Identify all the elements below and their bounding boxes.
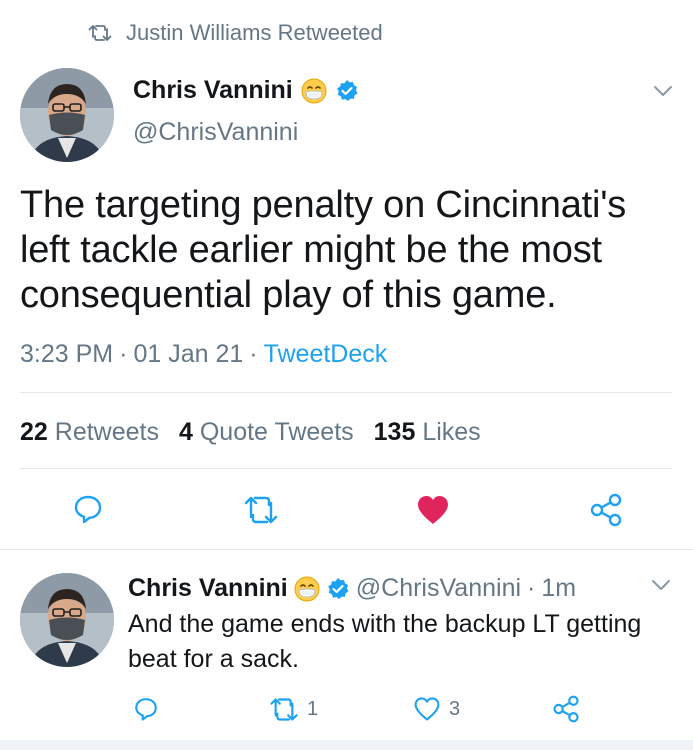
reply-share-button[interactable]: [552, 695, 580, 723]
retweeted-header[interactable]: Justin Williams Retweeted: [88, 18, 383, 48]
divider: [0, 740, 693, 750]
reply-like-button[interactable]: 3: [413, 696, 460, 722]
author-handle[interactable]: @ChrisVannini: [133, 118, 298, 147]
verified-badge-icon: [326, 577, 350, 601]
retweet-icon: [269, 697, 299, 722]
share-button[interactable]: [589, 493, 623, 527]
reply-retweet-count: 1: [307, 698, 319, 720]
divider: [0, 549, 693, 550]
quote-tweets-stat[interactable]: 4 Quote Tweets: [179, 418, 354, 447]
likes-count: 135: [373, 418, 416, 446]
mask-face-emoji-icon: [294, 576, 320, 602]
reply-author-row[interactable]: Chris Vannini @ChrisVannini · 1m: [128, 574, 576, 603]
retweeted-by-label: Justin Williams Retweeted: [126, 20, 383, 45]
share-icon: [589, 493, 623, 527]
reply-retweet-button[interactable]: 1: [269, 697, 318, 722]
quote-tweets-label: Quote Tweets: [199, 418, 354, 446]
share-icon: [552, 695, 580, 723]
reply-time[interactable]: 1m: [541, 574, 576, 603]
tweet-client-link[interactable]: TweetDeck: [264, 340, 388, 368]
reply-icon: [72, 493, 104, 525]
heart-outline-icon: [413, 696, 441, 722]
separator-dot: ·: [119, 340, 128, 368]
reply-avatar[interactable]: [20, 573, 114, 667]
heart-filled-icon: [416, 494, 450, 526]
chevron-down-icon[interactable]: [652, 84, 674, 98]
reply-reply-button[interactable]: [133, 696, 159, 722]
retweets-stat[interactable]: 22 Retweets: [20, 418, 159, 447]
quote-tweets-count: 4: [178, 418, 193, 446]
reply-button[interactable]: [72, 493, 104, 525]
verified-badge-icon: [335, 79, 359, 103]
separator-dot: ·: [527, 574, 536, 602]
divider: [20, 468, 672, 469]
reply-icon: [133, 696, 159, 722]
tweet-timestamp-row: 3:23 PM · 01 Jan 21 · TweetDeck: [20, 340, 387, 369]
author-display-name[interactable]: Chris Vannini: [133, 76, 293, 105]
avatar[interactable]: [20, 68, 114, 162]
separator-dot: ·: [249, 340, 258, 368]
retweets-label: Retweets: [54, 418, 159, 446]
tweet-author-row[interactable]: Chris Vannini: [133, 76, 359, 105]
divider: [20, 392, 672, 393]
tweet-text: The targeting penalty on Cincinnati's le…: [20, 184, 627, 316]
chevron-down-icon[interactable]: [650, 578, 672, 592]
retweet-icon: [243, 495, 279, 525]
tweet-time[interactable]: 3:23 PM: [20, 340, 113, 368]
reply-display-name[interactable]: Chris Vannini: [128, 574, 288, 603]
tweet-stats: 22 Retweets 4 Quote Tweets 135 Likes: [20, 418, 481, 447]
retweet-icon: [88, 24, 112, 42]
reply-text: And the game ends with the backup LT get…: [128, 610, 642, 673]
mask-face-emoji-icon: [301, 78, 327, 104]
retweet-button[interactable]: [243, 495, 279, 525]
retweets-count: 22: [20, 418, 48, 446]
reply-handle[interactable]: @ChrisVannini: [356, 574, 521, 603]
reply-like-count: 3: [449, 697, 461, 720]
likes-label: Likes: [422, 418, 481, 446]
like-button[interactable]: [416, 494, 450, 526]
tweet-date[interactable]: 01 Jan 21: [133, 340, 243, 368]
likes-stat[interactable]: 135 Likes: [374, 418, 481, 447]
